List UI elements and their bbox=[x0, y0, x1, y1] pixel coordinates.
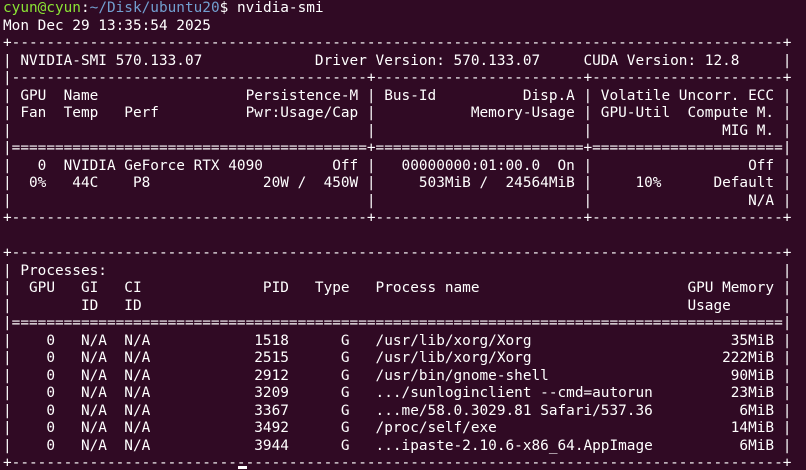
output-line: | 0 NVIDIA GeForce RTX 4090 Off | 000000… bbox=[3, 157, 792, 174]
output-line: +---------------------------------------… bbox=[3, 35, 792, 51]
command-text: nvidia-smi bbox=[236, 0, 324, 16]
prompt-dollar: $ bbox=[219, 0, 237, 16]
output-line: | | | N/A | bbox=[3, 192, 792, 209]
prompt-separator: : bbox=[80, 0, 90, 16]
output-line: | 0 N/A N/A 3944 G ...ipaste-2.10.6-x86_… bbox=[3, 437, 792, 454]
prompt-user-host: cyun@cyun bbox=[3, 0, 81, 16]
output-line: | 0 N/A N/A 2515 G /usr/lib/xorg/Xorg 22… bbox=[3, 350, 792, 366]
output-line: +---------------------------------------… bbox=[3, 245, 792, 261]
output-line: | 0 N/A N/A 2912 G /usr/bin/gnome-shell … bbox=[3, 367, 792, 384]
output-line: | 0% 44C P8 20W / 450W | 503MiB / 24564M… bbox=[3, 175, 792, 191]
output-line: | ID ID Usage | bbox=[3, 297, 792, 314]
output-line: |---------------------------------------… bbox=[3, 70, 792, 86]
output-line: | Fan Temp Perf Pwr:Usage/Cap | Memory-U… bbox=[3, 105, 792, 121]
output-line: Mon Dec 29 13:35:54 2025 bbox=[3, 17, 211, 34]
output-line: | 0 N/A N/A 3492 G /proc/self/exe 14MiB … bbox=[3, 420, 792, 436]
command-output: Mon Dec 29 13:35:54 2025 +---------------… bbox=[3, 18, 806, 470]
output-line: | | | MIG M. | bbox=[3, 122, 792, 139]
output-line: | 0 N/A N/A 3209 G .../sunloginclient --… bbox=[3, 385, 792, 401]
output-line: | 0 N/A N/A 1518 G /usr/lib/xorg/Xorg 35… bbox=[3, 332, 792, 349]
output-line: |=======================================… bbox=[3, 140, 792, 156]
output-line: +---------------------------------------… bbox=[3, 455, 792, 470]
terminal-window[interactable]: cyun@cyun:~/Disk/ubuntu20$ nvidia-smi Mo… bbox=[0, 0, 806, 470]
output-line: | NVIDIA-SMI 570.133.07 Driver Version: … bbox=[3, 52, 792, 69]
output-line: | GPU Name Persistence-M | Bus-Id Disp.A… bbox=[3, 87, 792, 104]
output-line: +---------------------------------------… bbox=[3, 210, 792, 226]
output-line: |=======================================… bbox=[3, 315, 792, 331]
output-line: | GPU GI CI PID Type Process name GPU Me… bbox=[3, 280, 792, 296]
command-prompt-line: cyun@cyun:~/Disk/ubuntu20$ nvidia-smi bbox=[3, 0, 806, 18]
prompt-path: ~/Disk/ubuntu20 bbox=[89, 0, 220, 16]
terminal-cursor bbox=[238, 466, 247, 469]
output-line: | Processes: | bbox=[3, 262, 792, 279]
output-line: | 0 N/A N/A 3367 G ...me/58.0.3029.81 Sa… bbox=[3, 402, 792, 419]
